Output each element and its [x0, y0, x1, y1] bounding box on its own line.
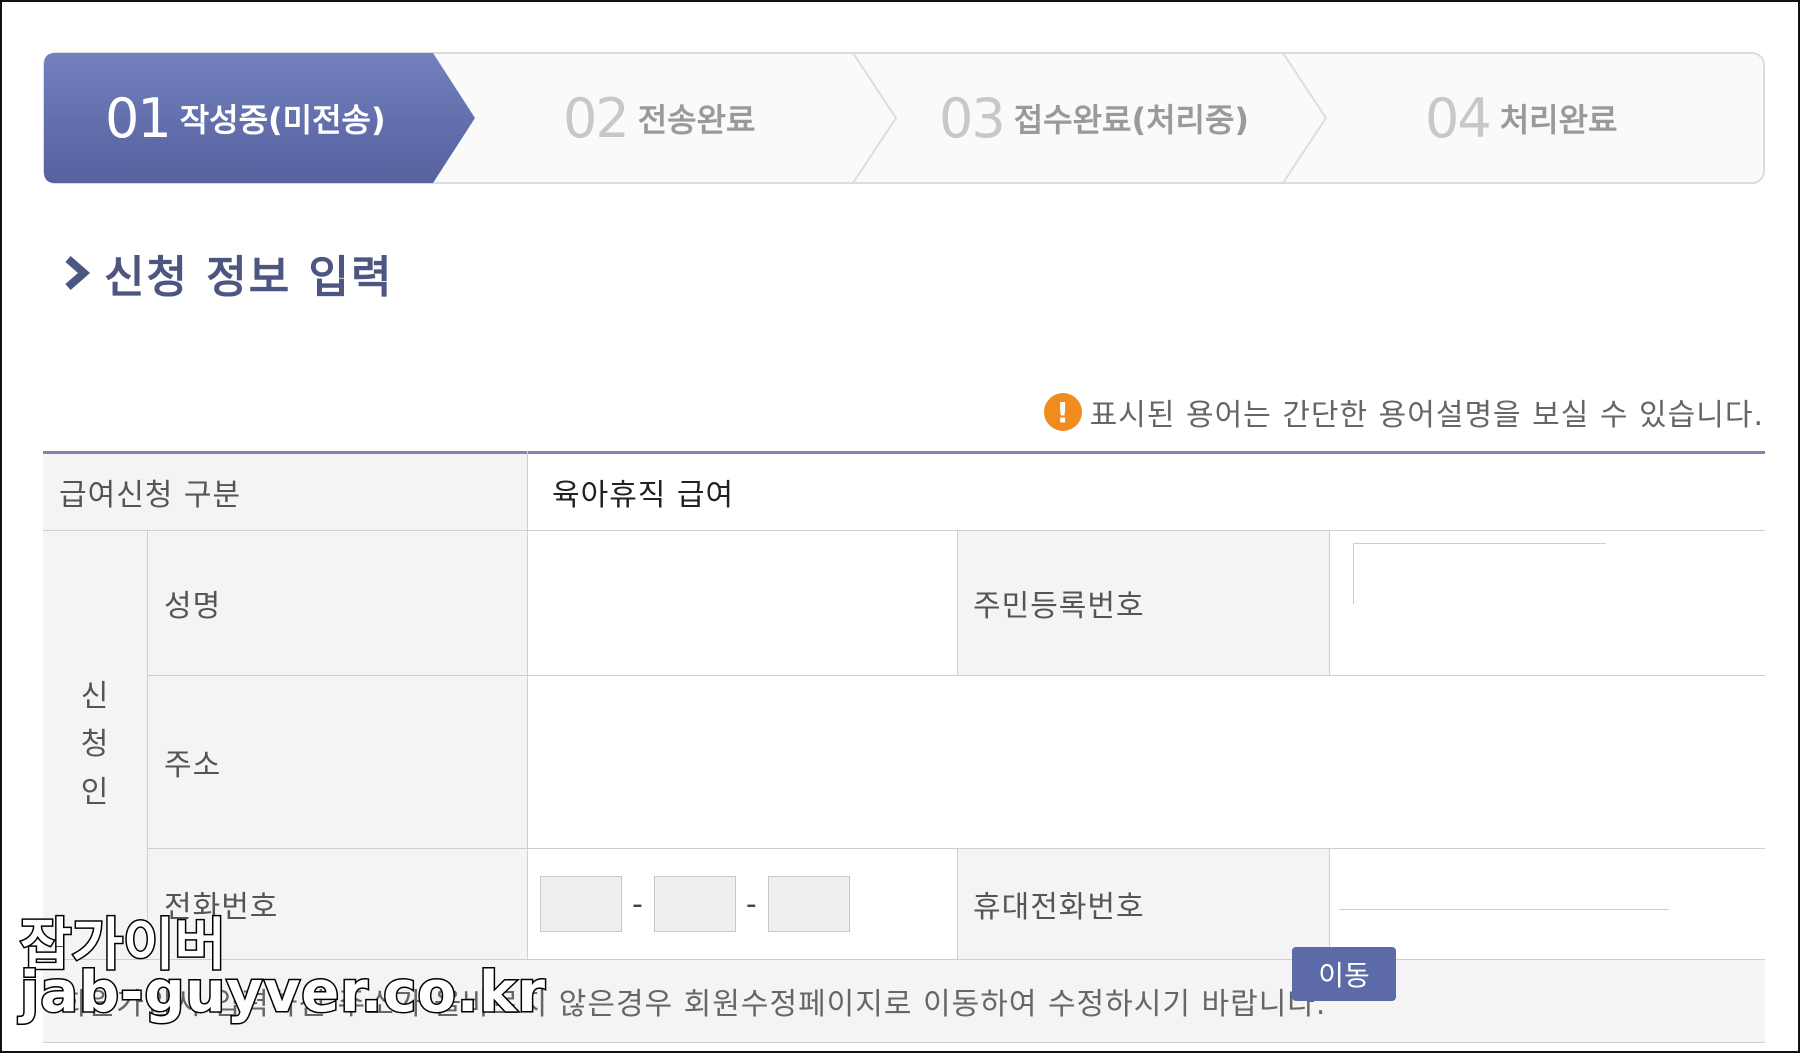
step-4-number: 04: [1425, 86, 1492, 150]
address-field[interactable]: [527, 676, 1765, 848]
step-3-number: 03: [939, 86, 1006, 150]
mobile-input-underline[interactable]: [1339, 909, 1669, 910]
step-2: 02 전송완료: [563, 52, 755, 184]
chevron-right-icon: [65, 255, 91, 291]
mobile-field[interactable]: [1329, 849, 1765, 959]
step-4: 04 처리완료: [1425, 52, 1617, 184]
glossary-notice: ! 표시된 용어는 간단한 용어설명을 보실 수 있습니다.: [1043, 392, 1764, 433]
phone-separator: -: [745, 886, 758, 922]
row-divider: [43, 1042, 1765, 1043]
step-3: 03 접수완료(처리중): [939, 52, 1249, 184]
progress-steps: 01 작성중(미전송) 02 전송완료 03 접수완료(처리중) 04 처리완료: [43, 52, 1765, 184]
step-1-number: 01: [105, 86, 172, 150]
phone-field-group: - -: [527, 849, 957, 959]
name-field[interactable]: [527, 531, 957, 675]
col-divider: [957, 531, 958, 675]
step-1-label: 작성중(미전송): [179, 101, 386, 139]
address-label: 주소: [148, 676, 527, 848]
rrn-label: 주민등록번호: [957, 531, 1329, 675]
move-button[interactable]: 이동: [1292, 947, 1396, 1001]
step-2-label: 전송완료: [637, 101, 756, 139]
phone-part-1-input[interactable]: [540, 876, 622, 932]
rrn-field[interactable]: [1329, 531, 1765, 675]
step-3-label: 접수완료(처리중): [1013, 101, 1250, 139]
rrn-input[interactable]: [1353, 543, 1606, 604]
section-heading: 신청 정보 입력: [62, 245, 394, 303]
exclamation-icon: !: [1043, 393, 1082, 431]
step-2-number: 02: [563, 86, 630, 150]
benefit-type-label: 급여신청 구분: [43, 454, 527, 530]
mobile-label: 휴대전화번호: [957, 849, 1329, 959]
glossary-notice-text: 표시된 용어는 간단한 용어설명을 보실 수 있습니다.: [1089, 398, 1764, 433]
step-4-label: 처리완료: [1499, 101, 1618, 139]
col-divider: [527, 451, 528, 959]
phone-part-3-input[interactable]: [767, 876, 850, 932]
col-divider: [1329, 849, 1330, 959]
benefit-type-value: 육아휴직 급여: [527, 454, 1765, 530]
phone-separator: -: [632, 886, 644, 922]
name-label: 성명: [148, 531, 527, 675]
applicant-group-label: 신 청 인: [43, 531, 147, 959]
col-divider: [1329, 531, 1330, 675]
phone-part-2-input[interactable]: [653, 876, 736, 932]
section-title: 신청 정보 입력: [104, 252, 394, 303]
watermark-url: jab-guyver.co.kr: [19, 959, 547, 1027]
col-divider: [957, 849, 958, 959]
step-1: 01 작성중(미전송): [105, 52, 386, 184]
